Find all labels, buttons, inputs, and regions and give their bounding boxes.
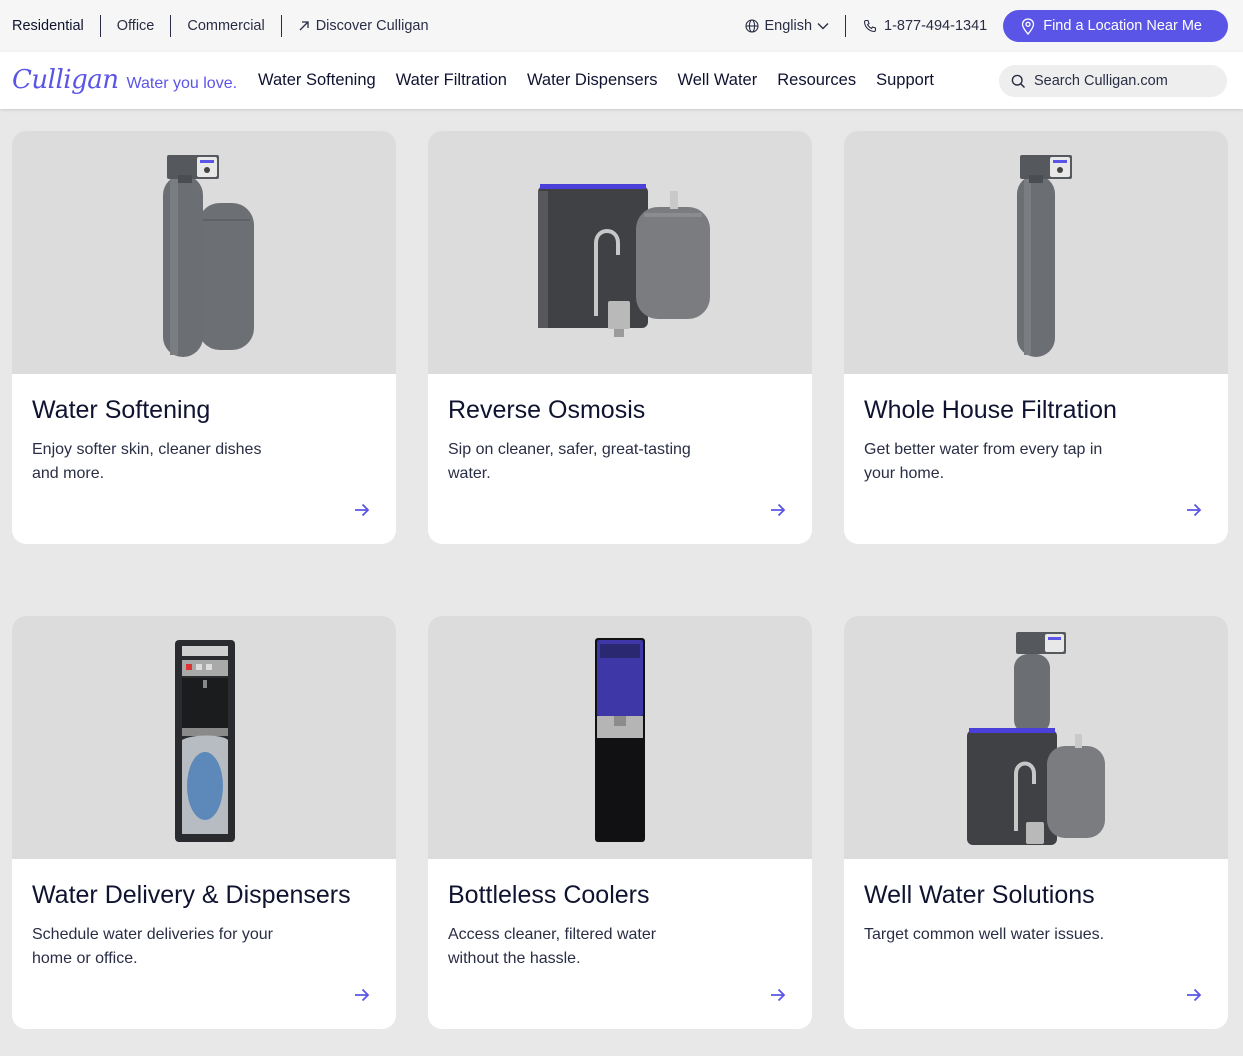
nav-support[interactable]: Support	[876, 71, 934, 90]
commercial-link[interactable]: Commercial	[170, 15, 280, 37]
card-description: Get better water from every tap in your …	[864, 441, 1103, 482]
whole-house-filter-image	[1017, 155, 1072, 357]
card-title: Well Water Solutions	[864, 881, 1095, 909]
reverse-osmosis-image	[538, 184, 710, 337]
card-title: Reverse Osmosis	[448, 396, 646, 424]
nav-resources[interactable]: Resources	[777, 71, 856, 90]
card-title: Whole House Filtration	[864, 396, 1117, 424]
phone-number: 1-877-494-1341	[884, 18, 988, 34]
card-description: Access cleaner, filtered water without t…	[448, 926, 657, 967]
card-water-softening[interactable]: Water Softening Enjoy softer skin, clean…	[12, 131, 396, 544]
arrow-up-right-icon	[299, 21, 309, 31]
card-image	[428, 131, 812, 374]
card-title: Water Softening	[32, 396, 211, 424]
card-description: Schedule water deliveries for your home …	[32, 926, 274, 967]
chevron-down-icon	[817, 23, 829, 30]
card-description: Sip on cleaner, safer, great-tasting wat…	[448, 441, 691, 482]
water-dispenser-image	[175, 640, 235, 842]
card-bottleless-coolers[interactable]: Bottleless Coolers Access cleaner, filte…	[428, 616, 812, 1029]
card-body: Water Delivery & Dispensers Schedule wat…	[12, 859, 396, 1029]
card-water-delivery[interactable]: Water Delivery & Dispensers Schedule wat…	[12, 616, 396, 1029]
office-link[interactable]: Office	[99, 15, 171, 37]
nav-water-filtration[interactable]: Water Filtration	[396, 71, 507, 90]
search-icon	[1011, 74, 1026, 88]
phone-icon	[863, 19, 877, 33]
logo-wordmark: Culligan	[12, 65, 119, 95]
location-pin-icon	[1022, 17, 1035, 35]
card-reverse-osmosis[interactable]: Reverse Osmosis Sip on cleaner, safer, g…	[428, 131, 812, 544]
nav-well-water[interactable]: Well Water	[677, 71, 757, 90]
arrow-right-icon[interactable]	[1184, 985, 1204, 1005]
utility-bar: Residential Office Commercial Discover C…	[0, 0, 1243, 52]
card-whole-house-filtration[interactable]: Whole House Filtration Get better water …	[844, 131, 1228, 544]
discover-culligan-link[interactable]: Discover Culligan	[280, 15, 445, 37]
utility-right: English 1-877-494-1341 Find a Location N…	[745, 10, 1228, 42]
primary-nav-links: Water Softening Water Filtration Water D…	[258, 52, 934, 109]
language-selector[interactable]: English	[745, 15, 847, 37]
find-location-button[interactable]: Find a Location Near Me	[1003, 10, 1228, 42]
well-water-system-image	[967, 632, 1105, 845]
bottleless-cooler-image	[595, 638, 645, 842]
card-body: Whole House Filtration Get better water …	[844, 374, 1228, 544]
find-location-label: Find a Location Near Me	[1043, 18, 1202, 34]
card-image	[428, 616, 812, 859]
card-image	[844, 131, 1228, 374]
language-label: English	[764, 18, 813, 34]
card-image	[844, 616, 1228, 859]
logo-tagline: Water you love.	[126, 75, 238, 92]
card-description: Target common well water issues.	[864, 926, 1105, 943]
search-input[interactable]	[1034, 73, 1214, 89]
nav-water-dispensers[interactable]: Water Dispensers	[527, 71, 658, 90]
arrow-right-icon[interactable]	[352, 985, 372, 1005]
card-body: Water Softening Enjoy softer skin, clean…	[12, 374, 396, 544]
arrow-right-icon[interactable]	[352, 500, 372, 520]
culligan-logo[interactable]: Culligan Water you love.	[12, 65, 237, 95]
card-title: Water Delivery & Dispensers	[32, 881, 351, 909]
card-title: Bottleless Coolers	[448, 881, 650, 909]
card-body: Reverse Osmosis Sip on cleaner, safer, g…	[428, 374, 812, 544]
arrow-right-icon[interactable]	[1184, 500, 1204, 520]
discover-culligan-label: Discover Culligan	[315, 18, 429, 34]
card-body: Well Water Solutions Target common well …	[844, 859, 1228, 1029]
residential-link[interactable]: Residential	[12, 15, 100, 37]
main-nav: Culligan Water you love. Water Softening…	[0, 52, 1243, 109]
card-image	[12, 616, 396, 859]
nav-water-softening[interactable]: Water Softening	[258, 71, 376, 90]
card-body: Bottleless Coolers Access cleaner, filte…	[428, 859, 812, 1029]
search-box[interactable]	[999, 65, 1227, 97]
card-description: Enjoy softer skin, cleaner dishes and mo…	[32, 441, 262, 482]
card-image	[12, 131, 396, 374]
arrow-right-icon[interactable]	[768, 985, 788, 1005]
phone-link[interactable]: 1-877-494-1341	[846, 18, 1003, 34]
audience-links: Residential Office Commercial Discover C…	[0, 15, 445, 37]
water-softener-image	[163, 155, 254, 357]
globe-icon	[745, 19, 760, 33]
card-well-water-solutions[interactable]: Well Water Solutions Target common well …	[844, 616, 1228, 1029]
arrow-right-icon[interactable]	[768, 500, 788, 520]
